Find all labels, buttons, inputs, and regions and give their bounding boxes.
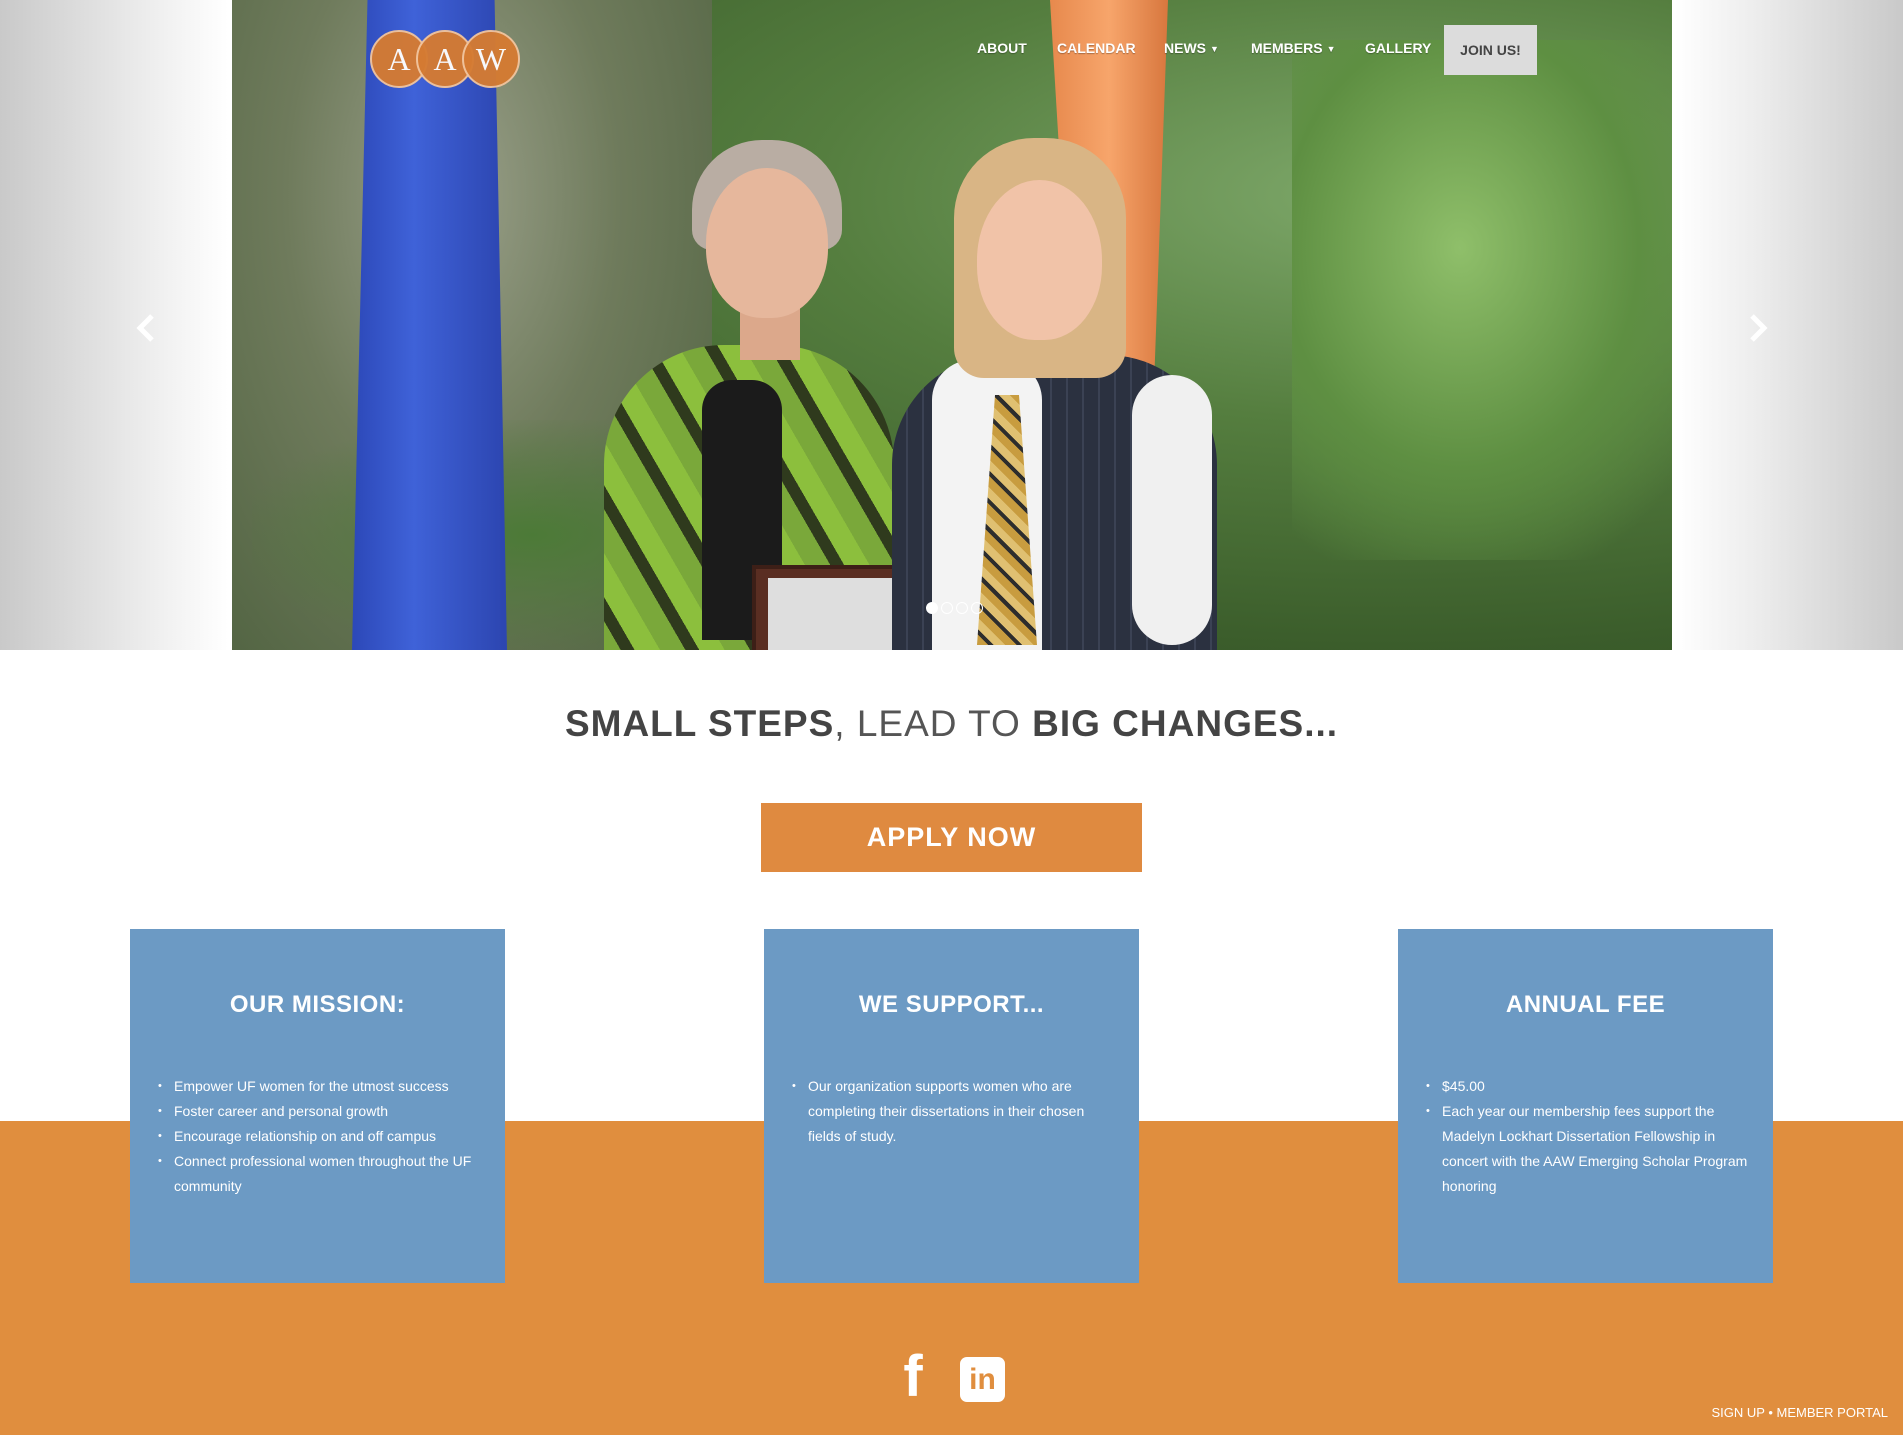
card-list: Empower UF women for the utmost success … — [158, 1074, 485, 1199]
carousel-indicators — [926, 602, 983, 614]
carousel-prev-button[interactable] — [126, 310, 166, 350]
card-title: ANNUAL FEE — [1505, 991, 1666, 1018]
list-item: Foster career and personal growth — [158, 1099, 485, 1124]
sign-up-link[interactable]: SIGN UP — [1712, 1405, 1765, 1420]
list-item: $45.00 — [1426, 1074, 1753, 1099]
list-item: Empower UF women for the utmost success — [158, 1074, 485, 1099]
list-item: Connect professional women throughout th… — [158, 1149, 485, 1199]
nav-members[interactable]: MEMBERS ▼ — [1251, 40, 1335, 56]
list-item: Each year our membership fees support th… — [1426, 1099, 1753, 1199]
carousel-next-button[interactable] — [1738, 310, 1778, 350]
carousel-indicator-1[interactable] — [926, 602, 938, 614]
carousel-slide-photo — [232, 0, 1672, 650]
caret-down-icon: ▼ — [1326, 44, 1336, 55]
list-item: Our organization supports women who are … — [792, 1074, 1119, 1149]
aaw-logo[interactable]: A A W — [370, 30, 520, 88]
chevron-left-icon — [136, 314, 154, 342]
annual-fee-card: ANNUAL FEE $45.00 Each year our membersh… — [1398, 929, 1773, 1283]
list-item: Encourage relationship on and off campus — [158, 1124, 485, 1149]
member-portal-link[interactable]: MEMBER PORTAL — [1777, 1405, 1888, 1420]
linkedin-icon[interactable]: in — [960, 1357, 1005, 1402]
join-us-button[interactable]: JOIN US! — [1444, 25, 1537, 75]
card-list: $45.00 Each year our membership fees sup… — [1426, 1074, 1753, 1199]
person-left-face — [706, 168, 828, 318]
tagline: SMALL STEPS, LEAD TO BIG CHANGES... — [564, 703, 1339, 744]
carousel-indicator-3[interactable] — [956, 602, 968, 614]
carousel-indicator-2[interactable] — [941, 602, 953, 614]
blue-banner-flag — [352, 0, 507, 650]
facebook-icon[interactable]: f — [890, 1348, 936, 1406]
card-title: OUR MISSION: — [229, 991, 406, 1018]
nav-about[interactable]: ABOUT — [977, 40, 1027, 56]
hero-carousel — [0, 0, 1903, 650]
nav-news[interactable]: NEWS ▼ — [1164, 40, 1219, 56]
footer-links: SIGN UP • MEMBER PORTAL — [1712, 1405, 1888, 1420]
apply-now-button[interactable]: APPLY NOW — [761, 803, 1142, 872]
separator: • — [1764, 1405, 1777, 1420]
logo-letter: W — [462, 30, 520, 88]
chevron-right-icon — [1750, 314, 1768, 342]
carousel-indicator-4[interactable] — [971, 602, 983, 614]
card-list: Our organization supports women who are … — [792, 1074, 1119, 1149]
support-card: WE SUPPORT... Our organization supports … — [764, 929, 1139, 1283]
mission-card: OUR MISSION: Empower UF women for the ut… — [130, 929, 505, 1283]
nav-calendar[interactable]: CALENDAR — [1057, 40, 1136, 56]
nav-gallery[interactable]: GALLERY — [1365, 40, 1431, 56]
caret-down-icon: ▼ — [1210, 44, 1219, 55]
card-title: WE SUPPORT... — [858, 991, 1045, 1018]
person-right-face — [977, 180, 1102, 340]
